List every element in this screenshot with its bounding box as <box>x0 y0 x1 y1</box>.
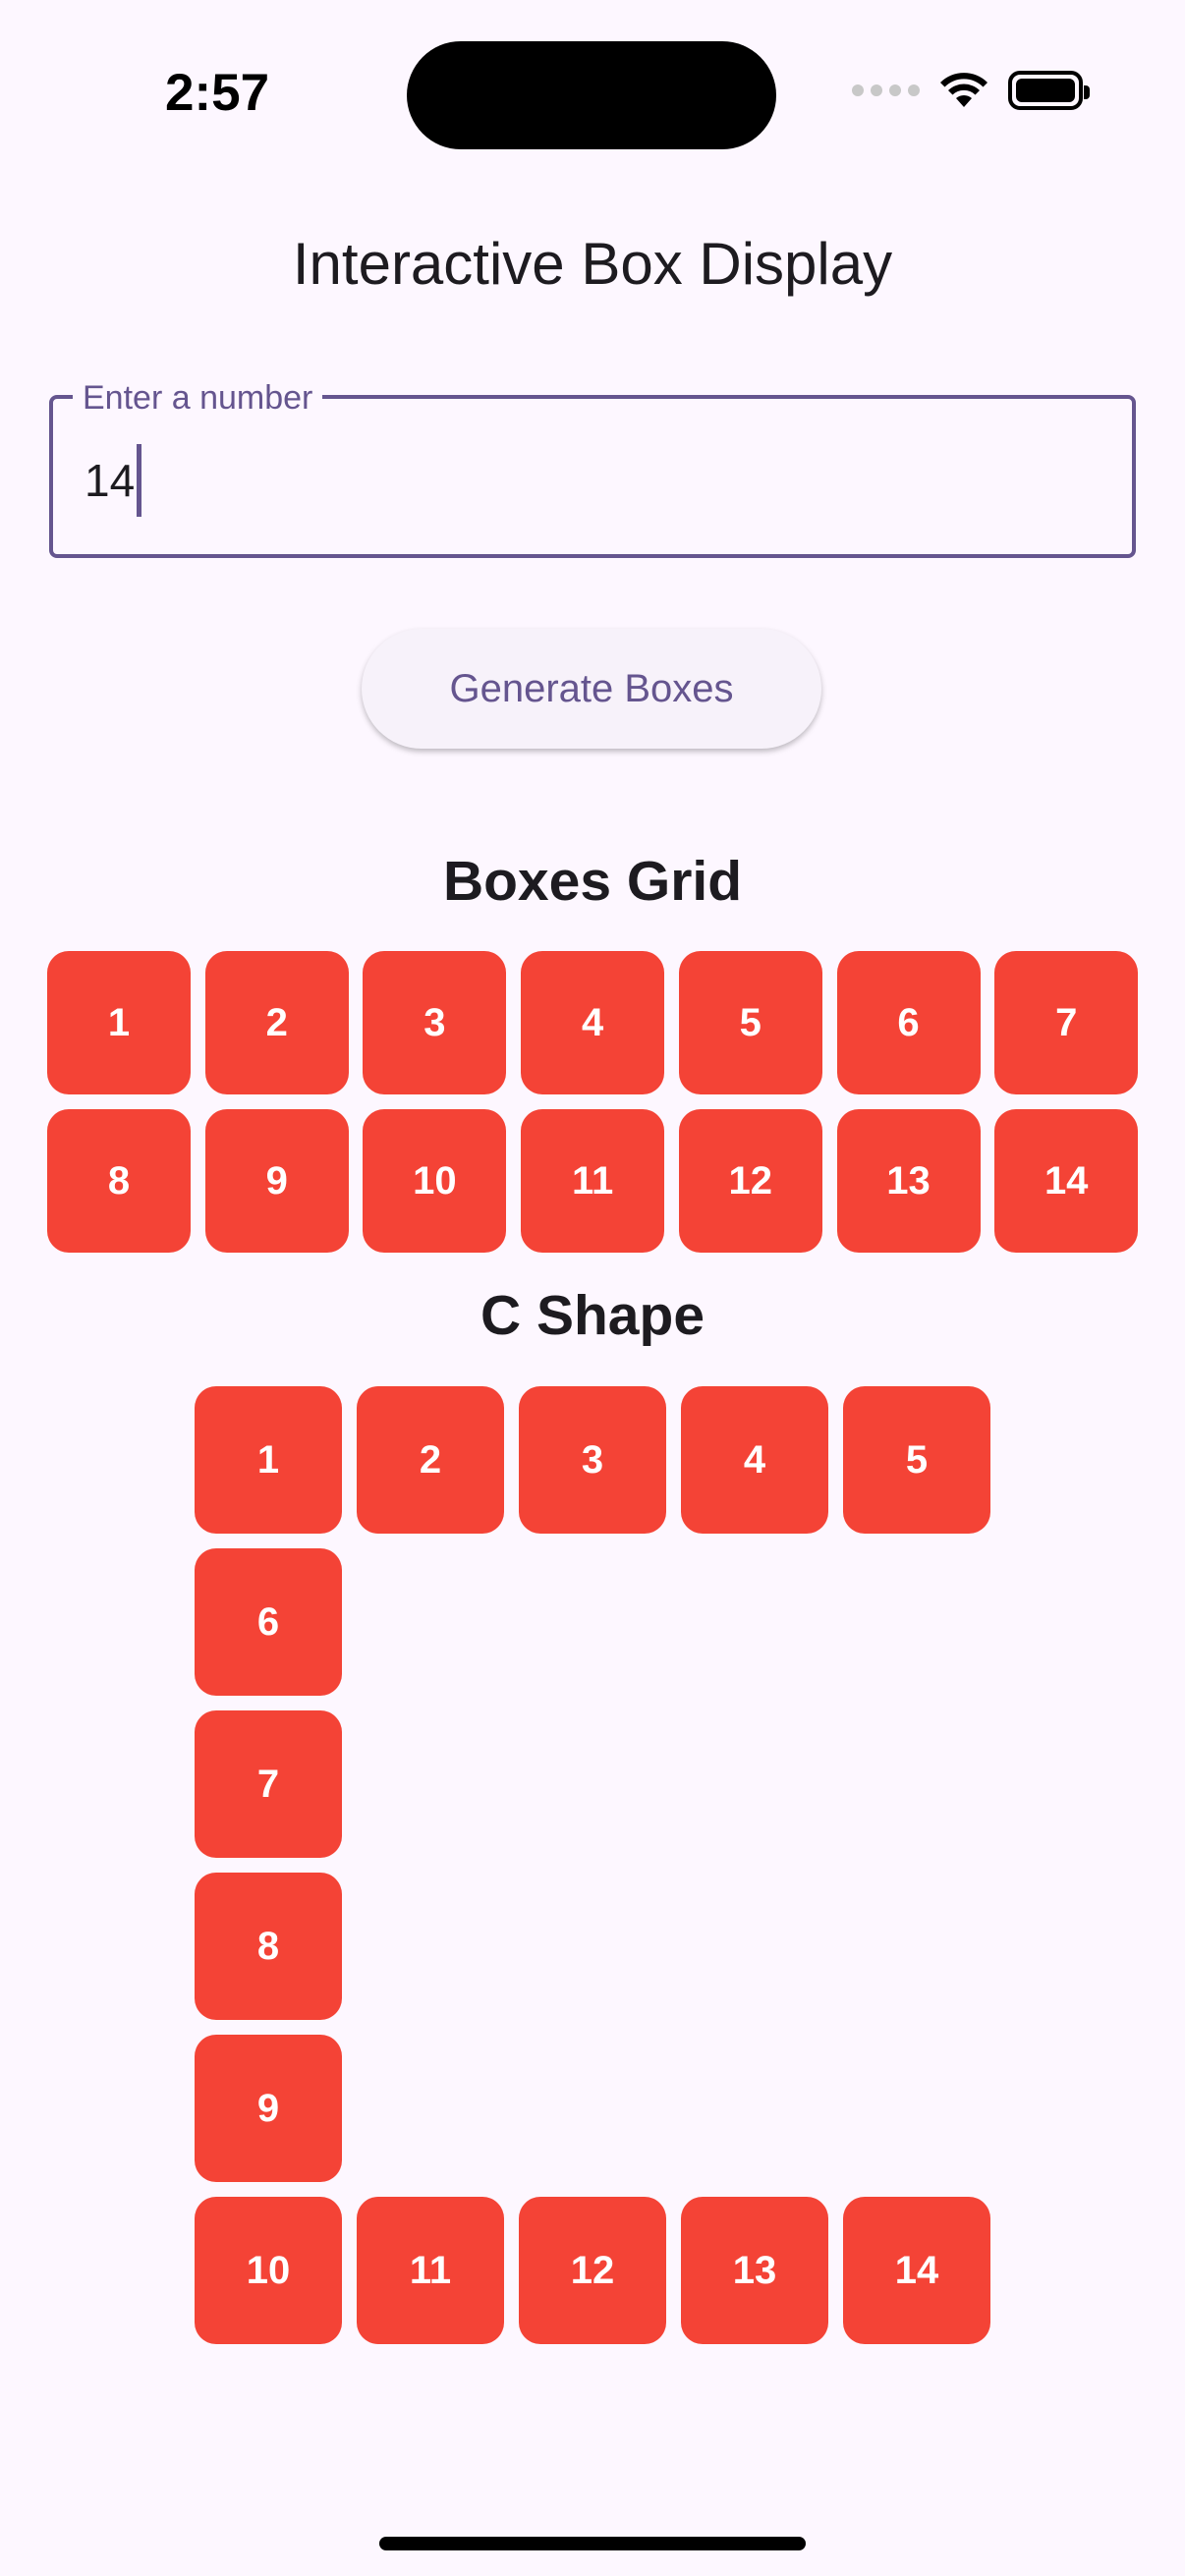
number-input-value[interactable]: 14 <box>85 444 142 517</box>
grid-box: 5 <box>678 951 822 1094</box>
c-shape-box: 14 <box>843 2197 990 2344</box>
grid-box: 6 <box>836 951 981 1094</box>
grid-box: 9 <box>204 1109 349 1253</box>
grid-box: 14 <box>994 1109 1139 1253</box>
number-input-label: Enter a number <box>73 379 323 418</box>
c-shape-box: 4 <box>681 1386 828 1534</box>
c-shape-box: 9 <box>195 2035 342 2182</box>
battery-icon <box>1008 71 1090 110</box>
c-shape-box: 5 <box>843 1386 990 1534</box>
grid-box: 10 <box>363 1109 507 1253</box>
c-shape-box: 3 <box>519 1386 666 1534</box>
text-cursor <box>137 444 142 517</box>
c-shape-box: 6 <box>195 1548 342 1696</box>
grid-box: 3 <box>363 951 507 1094</box>
grid-box: 11 <box>521 1109 665 1253</box>
home-indicator <box>379 2537 806 2550</box>
c-shape-box: 2 <box>357 1386 504 1534</box>
c-shape-box: 1 <box>195 1386 342 1534</box>
grid-box: 8 <box>47 1109 191 1253</box>
number-input-text: 14 <box>85 455 136 506</box>
grid-box: 1 <box>47 951 191 1094</box>
c-shape-box: 10 <box>195 2197 342 2344</box>
c-shape-box: 11 <box>357 2197 504 2344</box>
grid-box: 4 <box>521 951 665 1094</box>
c-shape-heading: C Shape <box>480 1284 705 1347</box>
boxes-grid-heading: Boxes Grid <box>442 850 743 913</box>
page-title: Interactive Box Display <box>292 231 893 297</box>
c-shape-box: 8 <box>195 1873 342 2020</box>
wifi-icon <box>940 73 988 107</box>
c-shape-box: 12 <box>519 2197 666 2344</box>
dynamic-island <box>407 41 776 149</box>
status-time: 2:57 <box>165 64 270 122</box>
grid-box: 12 <box>678 1109 822 1253</box>
number-input[interactable] <box>49 395 1136 558</box>
grid-box: 13 <box>836 1109 981 1253</box>
c-shape-box: 13 <box>681 2197 828 2344</box>
generate-boxes-button[interactable]: Generate Boxes <box>362 629 821 749</box>
c-shape-box: 7 <box>195 1710 342 1858</box>
grid-box: 2 <box>204 951 349 1094</box>
signal-dots-icon <box>852 84 920 96</box>
grid-box: 7 <box>994 951 1139 1094</box>
status-icons <box>852 71 1090 110</box>
